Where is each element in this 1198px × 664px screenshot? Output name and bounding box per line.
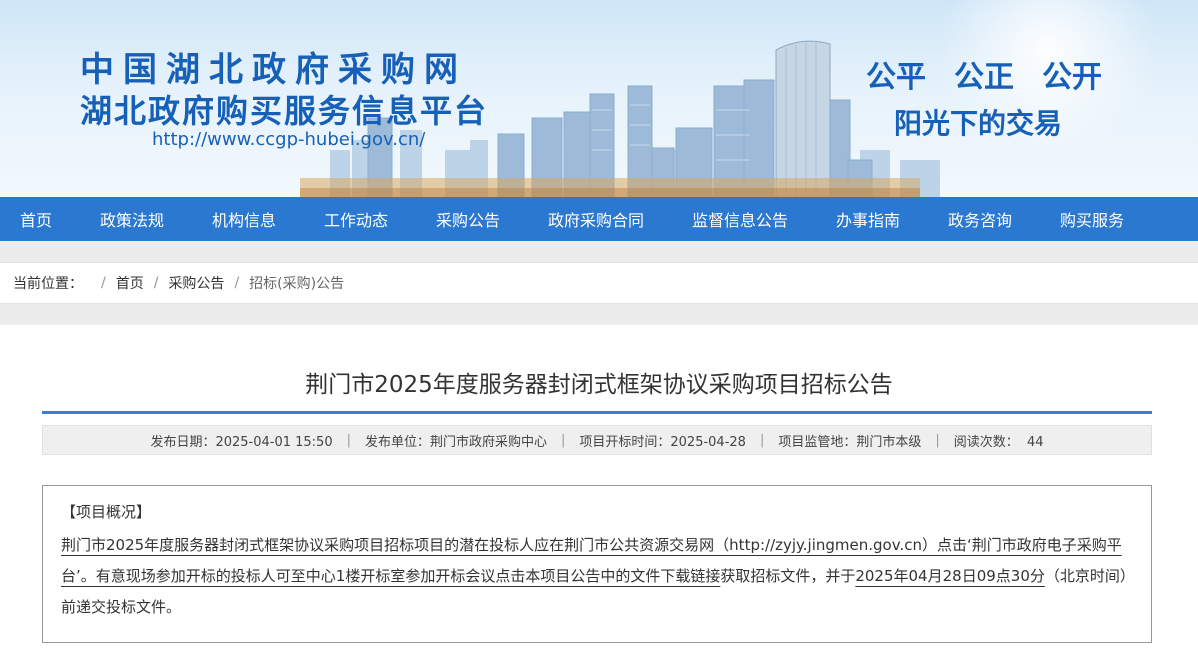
overview-text: 获取招标文件，并于 — [720, 567, 856, 585]
breadcrumb-separator: / — [101, 275, 106, 291]
publisher: 发布单位：荆门市政府采购中心 — [364, 434, 547, 450]
nav-item-policy[interactable]: 政策法规 — [100, 207, 164, 231]
nav-item-news[interactable]: 工作动态 — [324, 207, 388, 231]
nav-item-procurement-notice[interactable]: 采购公告 — [436, 207, 500, 231]
breadcrumb-label: 当前位置： — [13, 276, 83, 292]
supervision-region: 项目监管地：荆门市本级 — [778, 434, 922, 450]
breadcrumb-procurement[interactable]: 采购公告 — [168, 273, 224, 293]
main-nav: 首页 政策法规 机构信息 工作动态 采购公告 政府采购合同 监督信息公告 办事指… — [0, 197, 1198, 241]
nav-item-supervision[interactable]: 监督信息公告 — [692, 207, 788, 231]
breadcrumb-separator: / — [234, 275, 240, 291]
nav-item-purchase-service[interactable]: 购买服务 — [1060, 207, 1124, 231]
nav-item-guide[interactable]: 办事指南 — [836, 207, 900, 231]
article-container: 荆门市2025年度服务器封闭式框架协议采购项目招标公告 发布日期：2025-04… — [0, 325, 1198, 664]
meta-divider: | — [346, 432, 351, 448]
meta-divider: | — [935, 432, 940, 448]
nav-item-institutions[interactable]: 机构信息 — [212, 207, 276, 231]
site-subtitle: 湖北政府购买服务信息平台 — [80, 92, 489, 130]
publish-date: 发布日期：2025-04-01 15:50 — [150, 434, 333, 450]
breadcrumb-current: 招标(采购)公告 — [249, 276, 345, 292]
slogan-item: 公正 — [954, 60, 1014, 95]
slogan-item: 公平 — [866, 60, 926, 95]
overview-body: 荆门市2025年度服务器封闭式框架协议采购项目招标项目的潜在投标人应在荆门市公共… — [61, 530, 1133, 623]
view-count: 阅读次数： 44 — [953, 434, 1044, 450]
site-title: 中国湖北政府采购网 — [80, 50, 467, 90]
open-time: 项目开标时间：2025-04-28 — [579, 434, 746, 450]
article-title: 荆门市2025年度服务器封闭式框架协议采购项目招标公告 — [305, 372, 893, 398]
meta-divider: | — [561, 432, 566, 448]
nav-item-contracts[interactable]: 政府采购合同 — [548, 207, 644, 231]
title-divider — [42, 411, 1152, 414]
slogan: 公平 公正 公开 — [866, 52, 1102, 96]
slogan-item: 公开 — [1042, 60, 1102, 95]
bid-deadline: 2025年04月28日09点30分 — [855, 567, 1045, 585]
breadcrumb-separator: / — [153, 275, 159, 291]
tagline: 阳光下的交易 — [894, 107, 1063, 140]
meta-divider: | — [759, 432, 765, 448]
nav-item-home[interactable]: 首页 — [20, 207, 52, 231]
breadcrumb-home[interactable]: 首页 — [116, 273, 144, 293]
nav-item-consult[interactable]: 政务咨询 — [948, 207, 1012, 231]
article-meta: 发布日期：2025-04-01 15:50 | 发布单位：荆门市政府采购中心 |… — [42, 425, 1152, 455]
breadcrumb: 当前位置： / 首页 / 采购公告 / 招标(采购)公告 — [0, 262, 1198, 304]
overview-heading: 【项目概况】 — [61, 503, 152, 521]
project-overview: 【项目概况】 荆门市2025年度服务器封闭式框架协议采购项目招标项目的潜在投标人… — [42, 485, 1152, 643]
site-url: http://www.ccgp-hubei.gov.cn/ — [152, 129, 426, 150]
header-banner: 中国湖北政府采购网 湖北政府购买服务信息平台 http://www.ccgp-h… — [0, 0, 1198, 197]
